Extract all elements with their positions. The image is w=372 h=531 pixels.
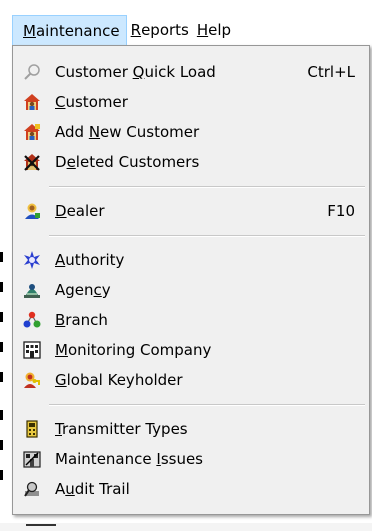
label-text: onitoring Company (67, 341, 212, 359)
background-fragment (0, 372, 3, 382)
menu-item-global-keyholder[interactable]: Global Keyholder (15, 365, 367, 395)
menu-item-label: Agency (55, 280, 111, 300)
label-text: D (55, 153, 67, 171)
menu-item-label: Transmitter Types (55, 419, 188, 439)
shortcut-text: F10 (327, 202, 355, 220)
authority-icon (24, 251, 40, 269)
menu-item-label: Global Keyholder (55, 370, 183, 390)
label-text: Maintenance (55, 450, 157, 468)
label-mnemonic: M (55, 341, 68, 359)
label-mnemonic: G (55, 371, 67, 389)
branch-icon (23, 311, 41, 328)
label-text: y (101, 281, 111, 299)
menu-item-label: Maintenance Issues (55, 449, 203, 469)
menu-item-label: Audit Trail (55, 479, 130, 499)
label-text: lobal Keyholder (66, 371, 183, 389)
label-mnemonic: T (55, 420, 62, 438)
add-customer-icon (24, 124, 40, 140)
customer-house-icon (24, 94, 40, 110)
maintenance-issues-icon (23, 451, 41, 468)
label-text: ranch (65, 311, 108, 329)
background-fragment (0, 252, 3, 262)
label-mnemonic: C (55, 93, 66, 111)
background-line (26, 524, 56, 526)
label-text: dit Trail (74, 480, 130, 498)
shortcut-text: Ctrl+L (307, 63, 355, 81)
menu-item-label: Dealer (55, 201, 105, 221)
label-mnemonic: A (55, 251, 66, 269)
menu-separator (49, 235, 365, 237)
label-mnemonic: D (55, 202, 67, 220)
menu-item-add-new-customer[interactable]: Add New Customer (15, 117, 367, 147)
menu-item-maintenance-issues[interactable]: Maintenance Issues (15, 444, 367, 474)
monitoring-company-icon (23, 341, 41, 359)
menu-reports[interactable]: Reports (127, 15, 193, 45)
menu-item-transmitter-types[interactable]: Transmitter Types (15, 414, 367, 444)
background-fragment (0, 282, 3, 292)
menu-item-audit-trail[interactable]: Audit Trail (15, 474, 367, 504)
menu-maintenance-post: aintenance (35, 21, 120, 40)
menu-item-label: Deleted Customers (55, 152, 199, 172)
audit-trail-icon (24, 481, 39, 497)
label-text: Add (55, 123, 89, 141)
menu-item-customer[interactable]: Customer (15, 87, 367, 117)
label-text: Agen (55, 281, 94, 299)
menu-item-branch[interactable]: Branch (15, 305, 367, 335)
maintenance-dropdown: Customer Quick Load Ctrl+L Customer Add … (12, 45, 370, 515)
label-mnemonic: Q (132, 63, 145, 81)
label-text: leted Customers (75, 153, 200, 171)
label-text: ew Customer (100, 123, 200, 141)
menu-reports-post: eports (141, 21, 189, 39)
menu-item-label: Add New Customer (55, 122, 199, 142)
keyholder-icon (24, 372, 40, 388)
background-window (0, 0, 12, 531)
background-fragment (0, 342, 3, 352)
background-fragment (0, 440, 3, 450)
menu-help[interactable]: Help (193, 15, 235, 45)
menu-item-dealer[interactable]: Dealer F10 (15, 196, 367, 226)
menu-item-authority[interactable]: Authority (15, 245, 367, 275)
menu-item-label: Authority (55, 250, 124, 270)
agency-icon (24, 284, 40, 298)
menu-item-label: Customer (55, 92, 128, 112)
background-fragment (0, 410, 3, 420)
menu-help-post: elp (208, 21, 232, 39)
label-text: ransmitter Types (61, 420, 188, 438)
label-text: uthority (65, 251, 125, 269)
menu-item-monitoring-company[interactable]: Monitoring Company (15, 335, 367, 365)
label-text: ustomer (65, 93, 128, 111)
label-text: ssues (160, 450, 203, 468)
transmitter-icon (26, 420, 38, 438)
background-fragment (0, 470, 3, 480)
menu-item-label: Monitoring Company (55, 340, 211, 360)
menu-reports-mnemonic: R (130, 21, 142, 39)
label-text: Customer (55, 63, 133, 81)
menu-separator (49, 404, 365, 406)
menu-item-agency[interactable]: Agency (15, 275, 367, 305)
label-mnemonic: B (55, 311, 66, 329)
dealer-icon (25, 203, 40, 219)
label-mnemonic: e (66, 153, 76, 171)
menu-help-mnemonic: H (196, 21, 209, 39)
label-text: ealer (66, 202, 105, 220)
label-text: A (55, 480, 66, 498)
menu-separator (49, 186, 365, 188)
menu-maintenance-mnemonic: M (23, 21, 36, 40)
background-fragment (0, 312, 3, 322)
menu-item-label: Branch (55, 310, 108, 330)
label-mnemonic: c (93, 281, 102, 299)
deleted-customers-icon (24, 154, 40, 171)
menu-bar: Maintenance Reports Help (12, 15, 352, 45)
label-mnemonic: u (65, 480, 75, 498)
menu-item-deleted-customers[interactable]: Deleted Customers (15, 147, 367, 177)
label-mnemonic: N (88, 123, 101, 141)
menu-item-label: Customer Quick Load (55, 62, 216, 82)
menu-item-customer-quick-load[interactable]: Customer Quick Load Ctrl+L (15, 57, 367, 87)
magnifier-icon (24, 64, 40, 80)
label-text: uick Load (144, 63, 216, 81)
menu-maintenance[interactable]: Maintenance (12, 15, 127, 45)
screen: Maintenance Reports Help Customer Quick … (0, 0, 372, 531)
